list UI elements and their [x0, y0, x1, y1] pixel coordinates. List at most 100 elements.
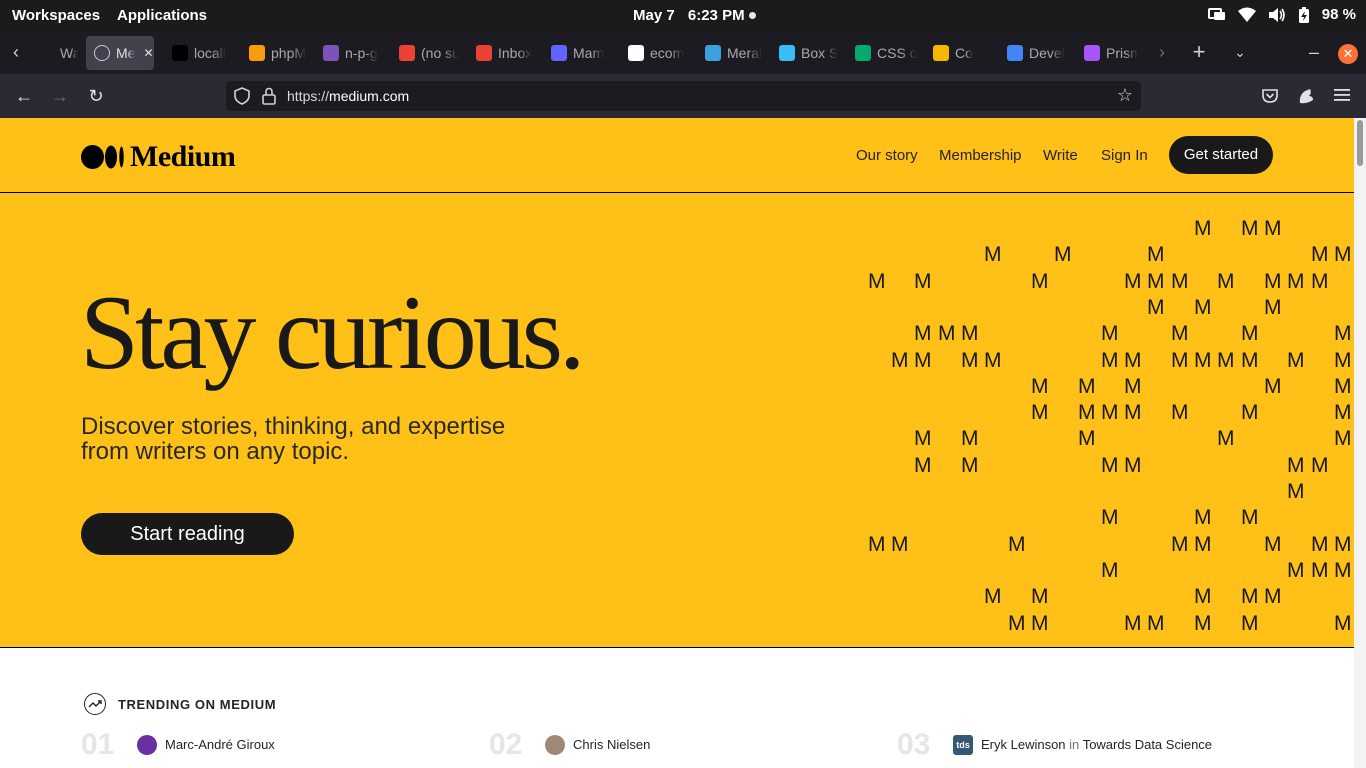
trending-number: 01	[81, 728, 115, 761]
minimize-window-icon[interactable]: –	[1304, 42, 1324, 62]
browser-tab[interactable]: Inbox	[468, 36, 534, 70]
hero-m-glyph: M	[868, 269, 886, 293]
reload-icon[interactable]: ↻	[85, 85, 107, 107]
hero-m-glyph: M	[961, 322, 979, 346]
page-scrollbar[interactable]	[1354, 118, 1366, 768]
clock-date: May 7	[633, 7, 675, 24]
hero-m-glyph: M	[984, 243, 1002, 267]
browser-tab[interactable]: (no su	[391, 36, 459, 70]
hero-m-glyph: M	[1101, 453, 1119, 477]
hero-m-glyph: M	[1264, 217, 1282, 240]
clock[interactable]: May 7 6:23 PM	[633, 7, 754, 24]
author-name[interactable]: Chris Nielsen	[573, 737, 650, 752]
hero-m-glyph: M	[1194, 585, 1212, 609]
start-reading-button[interactable]: Start reading	[81, 513, 294, 555]
os-top-bar: Workspaces Applications May 7 6:23 PM 98…	[0, 0, 1366, 32]
browser-tab[interactable]: n-p-g	[315, 36, 383, 70]
hero-m-glyph: M	[1171, 269, 1189, 293]
hero-m-glyph: M	[984, 585, 1002, 609]
scroll-tabs-right-icon[interactable]: ›	[1152, 42, 1172, 62]
triangle-icon	[172, 45, 188, 61]
bookmark-star-icon[interactable]: ☆	[1117, 85, 1133, 106]
hero-m-glyph: M	[1194, 217, 1212, 240]
list-tabs-icon[interactable]: ⌄	[1230, 42, 1250, 62]
browser-tab[interactable]: Box S	[771, 36, 839, 70]
hero-m-glyph: M	[1311, 558, 1329, 582]
hero-m-glyph: M	[1194, 348, 1212, 372]
close-window-icon[interactable]: ✕	[1338, 44, 1358, 64]
github-icon	[628, 45, 644, 61]
hero-m-glyph: M	[1334, 348, 1352, 372]
hero-m-glyph: M	[1334, 532, 1352, 556]
author-name[interactable]: Eryk Lewinson	[981, 737, 1066, 752]
back-icon[interactable]: ←	[13, 85, 35, 107]
scrollbar-thumb[interactable]	[1357, 120, 1363, 166]
forward-icon[interactable]: →	[49, 85, 71, 107]
hero-m-glyph: M	[1031, 401, 1049, 425]
browser-tab[interactable]: Mam	[543, 36, 611, 70]
extension-icon[interactable]	[1297, 87, 1315, 105]
avatar[interactable]	[545, 735, 565, 755]
hero-m-glyph: M	[1008, 611, 1026, 635]
scroll-tabs-left-icon[interactable]: ‹	[6, 42, 26, 62]
menu-icon[interactable]	[1334, 88, 1350, 102]
browser-tab[interactable]: Prism	[1076, 36, 1138, 70]
system-tray[interactable]: 98 %	[1207, 6, 1356, 23]
display-icon[interactable]	[1207, 7, 1226, 23]
nav-sign-in[interactable]: Sign In	[1101, 147, 1148, 164]
publication-logo[interactable]: tds	[953, 735, 973, 755]
author-name[interactable]: Marc-André Giroux	[165, 737, 275, 752]
browser-tab[interactable]: Me ✕	[86, 36, 154, 70]
browser-tab[interactable]: Walle	[30, 36, 78, 70]
browser-tab[interactable]: Devel	[999, 36, 1067, 70]
hero-m-glyph: M	[938, 322, 956, 346]
nav-our-story[interactable]: Our story	[856, 147, 918, 164]
lock-icon[interactable]	[262, 87, 276, 105]
volume-icon[interactable]	[1268, 7, 1286, 23]
tab-label: Mam	[573, 45, 605, 61]
publication-name[interactable]: Towards Data Science	[1083, 737, 1212, 752]
hero-m-glyph: M	[1171, 322, 1189, 346]
get-started-button[interactable]: Get started	[1169, 136, 1273, 174]
browser-tab[interactable]: phpM	[241, 36, 307, 70]
hero-m-glyph: M	[868, 532, 886, 556]
browser-tab[interactable]: ecom	[620, 36, 688, 70]
doc-icon	[1007, 45, 1023, 61]
tab-label: CSS o	[877, 45, 917, 61]
battery-percent: 98 %	[1321, 6, 1356, 23]
medium-logo[interactable]: Medium	[81, 140, 236, 174]
new-tab-icon[interactable]: +	[1189, 41, 1209, 63]
hero-m-glyph: M	[1311, 269, 1329, 293]
nav-write[interactable]: Write	[1043, 147, 1078, 164]
shield-icon[interactable]	[234, 87, 250, 105]
avatar[interactable]	[137, 735, 157, 755]
hero-m-glyph: M	[1194, 611, 1212, 635]
browser-tab[interactable]: Meral	[697, 36, 765, 70]
battery-icon[interactable]	[1298, 6, 1310, 23]
browser-tab[interactable]: CSS o	[847, 36, 917, 70]
navigation-toolbar: ← → ↻ https://medium.com ☆	[0, 74, 1366, 118]
byline-in: in	[1069, 737, 1080, 752]
pocket-icon[interactable]	[1261, 88, 1279, 104]
hero-m-glyph: M	[1334, 374, 1352, 398]
tab-strip: ‹ Walle Me ✕ locall phpM n-p-g (no su Inbox Mam e…	[0, 32, 1366, 74]
hero-subtitle: Discover stories, thinking, and expertis…	[81, 413, 506, 465]
address-bar[interactable]: https://medium.com ☆	[226, 81, 1141, 111]
tab-label: locall	[194, 45, 226, 61]
hero-m-glyph: M	[1334, 558, 1352, 582]
applications-menu[interactable]: Applications	[117, 7, 207, 24]
hero-m-glyph: M	[914, 453, 932, 477]
hero-m-glyph: M	[1241, 322, 1259, 346]
workspaces-menu[interactable]: Workspaces	[12, 7, 100, 24]
close-tab-icon[interactable]: ✕	[143, 46, 153, 60]
hero-m-glyph: M	[984, 348, 1002, 372]
browser-tab[interactable]: locall	[164, 36, 234, 70]
hero-m-glyph: M	[891, 532, 909, 556]
hero-m-glyph: M	[1241, 401, 1259, 425]
browser-tab[interactable]: Co	[925, 36, 991, 70]
hero-m-glyph: M	[1217, 427, 1235, 451]
wifi-icon[interactable]	[1237, 7, 1256, 23]
hero-m-glyph: M	[891, 348, 909, 372]
tab-label: phpM	[271, 45, 307, 61]
nav-membership[interactable]: Membership	[939, 147, 1022, 164]
